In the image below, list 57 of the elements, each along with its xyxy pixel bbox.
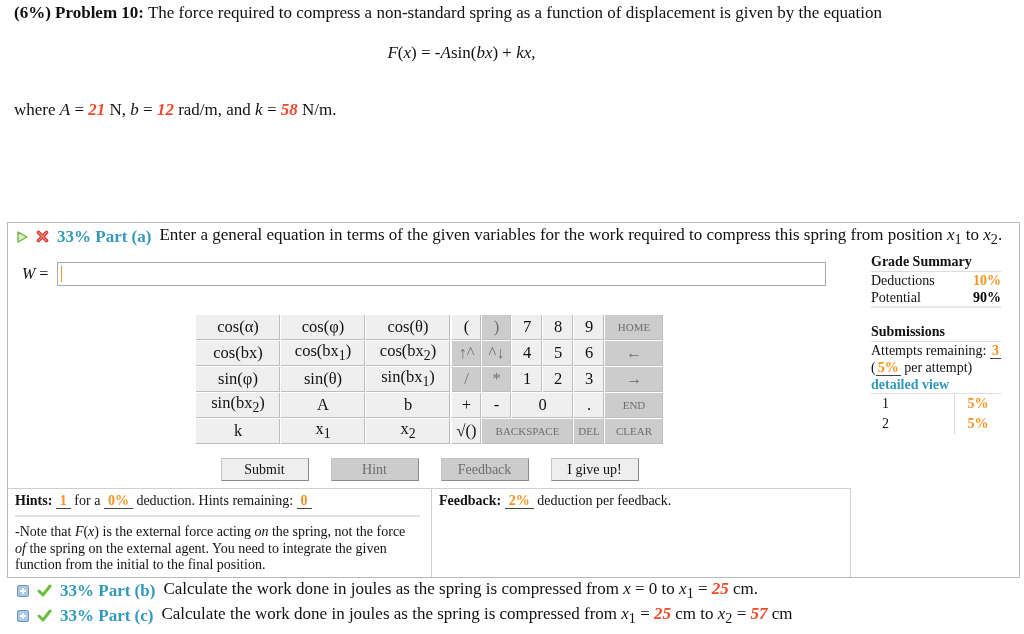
keypad-key[interactable]: - <box>482 393 511 418</box>
submissions-title: Submissions <box>871 323 1001 342</box>
function-key[interactable]: sin(bx$_{1}$) <box>366 367 450 392</box>
part-prompt: Calculate the work done in joules as the spring is compressed from x$_{1}$ = 25 cm to x$_{2}$ = 57 cm <box>161 603 793 628</box>
problem-statement: (6%) Problem 10: The force required to compress a non-standard spring as a function of displacement is given by the equation <box>14 3 884 23</box>
hint-note: -Note that F(x) is the external force acting on the spring, not the force of the spring on the external agent. You need to integrate the given function from the initial to the final position. <box>15 524 407 574</box>
keypad-key[interactable]: 6 <box>574 341 604 366</box>
submit-button[interactable]: Submit <box>220 458 309 481</box>
function-key[interactable]: cos(α) <box>196 315 280 340</box>
plus-square-icon[interactable] <box>17 584 29 597</box>
keypad-key[interactable]: . <box>574 393 604 418</box>
keypad-key[interactable]: 4 <box>512 341 542 366</box>
part-prompt: Calculate the work done in joules as the spring is compressed from x = 0 to x$_{1}$ = 25 cm. <box>163 578 759 603</box>
function-key[interactable]: k <box>196 419 280 444</box>
answer-label: W = <box>22 265 50 283</box>
function-key[interactable]: b <box>366 393 450 418</box>
function-key[interactable]: x$_{2}$ <box>366 419 450 444</box>
keypad-key[interactable]: 2 <box>543 367 573 392</box>
keypad-key[interactable]: 3 <box>574 367 604 392</box>
keypad-key[interactable]: + <box>452 393 481 418</box>
keypad-key[interactable]: √() <box>452 419 481 444</box>
attempts-text: Attempts remaining: 3 (5% per attempt) <box>871 342 1001 376</box>
keypad-key[interactable]: 9 <box>574 315 604 340</box>
grade-value: 90% <box>973 289 1001 306</box>
keypad-key[interactable]: 1 <box>512 367 542 392</box>
grade-value: 10% <box>973 272 1001 289</box>
grade-label: Deductions <box>871 272 935 289</box>
grade-summary-title: Grade Summary <box>871 253 1001 272</box>
attempt-deduction: 5% <box>967 416 989 431</box>
function-key[interactable]: sin(φ) <box>196 367 280 392</box>
part-prompt: Enter a general equation in terms of the given variables for the work required to compress this spring from position x$_{1}$ to x$_{2}$. <box>159 224 1003 249</box>
function-key[interactable]: sin(bx$_{2}$) <box>196 393 280 418</box>
function-key[interactable]: cos(bx$_{2}$) <box>366 341 450 366</box>
function-key[interactable]: sin(θ) <box>281 367 365 392</box>
grade-label: Potential <box>871 289 921 306</box>
give-up-button[interactable]: I give up! <box>550 458 639 481</box>
attempt-number: 2 <box>882 416 889 431</box>
keypad-key[interactable]: 0 <box>512 393 573 418</box>
function-key[interactable]: A <box>281 393 365 418</box>
hints-summary: Hints: 1 for a 0% deduction. Hints remaining: 0 <box>15 492 424 509</box>
attempt-number: 1 <box>882 396 889 411</box>
keypad-key[interactable]: 8 <box>543 315 573 340</box>
feedback-summary: Feedback: 2% deduction per feedback. <box>439 492 673 509</box>
equation: F(x) = -Asin(bx) + kx, <box>386 43 537 63</box>
keypad-key[interactable]: ( <box>452 315 481 340</box>
keypad-key[interactable]: 5 <box>543 341 573 366</box>
keypad-key[interactable]: 7 <box>512 315 542 340</box>
given-values-text: where A = 21 N, b = 12 rad/m, and k = 58 N/m. <box>14 100 338 120</box>
function-key[interactable]: cos(φ) <box>281 315 365 340</box>
play-icon[interactable] <box>17 230 28 243</box>
attempt-deduction: 5% <box>967 396 989 411</box>
plus-square-icon[interactable] <box>17 609 29 622</box>
function-key[interactable]: cos(bx$_{1}$) <box>281 341 365 366</box>
answer-field[interactable] <box>57 262 826 286</box>
function-key[interactable]: cos(θ) <box>366 315 450 340</box>
function-key[interactable]: cos(bx) <box>196 341 280 366</box>
function-key[interactable]: x$_{1}$ <box>281 419 365 444</box>
